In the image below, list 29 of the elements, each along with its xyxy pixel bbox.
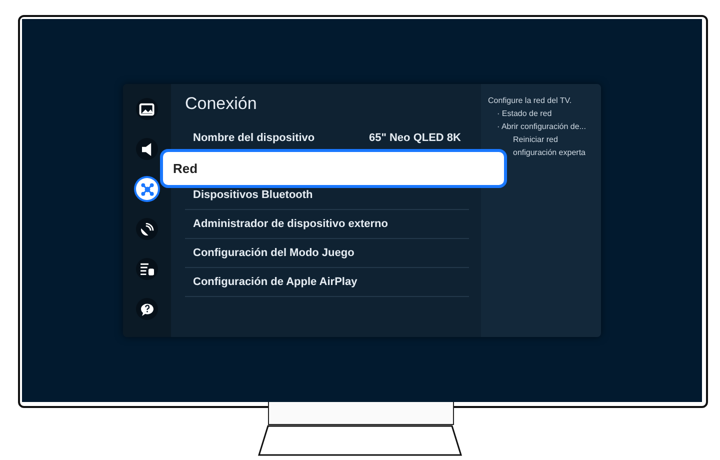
sidebar-tab[interactable] <box>136 258 158 280</box>
menu-item-label: Dispositivos Bluetooth <box>193 189 313 201</box>
menu-item[interactable]: Dispositivos Bluetooth <box>185 181 469 210</box>
menu-item[interactable]: Administrador de dispositivo externo <box>185 210 469 239</box>
help-bubble-icon <box>140 302 154 316</box>
speaker-icon <box>142 142 152 156</box>
sidebar-tab[interactable] <box>136 298 158 320</box>
menu-item-label: Configuración de Apple AirPlay <box>193 276 358 288</box>
sidebar-tab[interactable] <box>136 98 158 120</box>
help-item: · Abrir configuración de... <box>496 122 587 131</box>
menu-item-label: Nombre del dispositivo <box>193 132 315 144</box>
help-item: · Estado de red <box>496 109 553 118</box>
sidebar-tab[interactable] <box>136 138 158 160</box>
menu-title: Conexión <box>185 94 258 114</box>
menu-item-label: Configuración del Modo Juego <box>193 247 354 259</box>
list-icon <box>140 262 154 276</box>
network-icon <box>140 182 154 196</box>
menu-item-value: 65" Neo QLED 8K <box>368 132 461 144</box>
sidebar-tab[interactable] <box>136 178 158 200</box>
sidebar-tab[interactable] <box>136 218 158 240</box>
help-description: Configure la red del TV. <box>488 96 573 105</box>
help-item: Reiniciar red <box>512 135 559 144</box>
satellite-dish-icon <box>140 222 154 236</box>
menu-item[interactable]: Red <box>160 149 507 188</box>
menu-item-label: Administrador de dispositivo externo <box>193 218 388 230</box>
help-item: onfiguración experta <box>512 148 586 157</box>
menu-item[interactable]: Configuración del Modo Juego <box>185 239 469 268</box>
menu-item[interactable]: Configuración de Apple AirPlay <box>185 268 469 297</box>
picture-icon <box>139 102 155 116</box>
